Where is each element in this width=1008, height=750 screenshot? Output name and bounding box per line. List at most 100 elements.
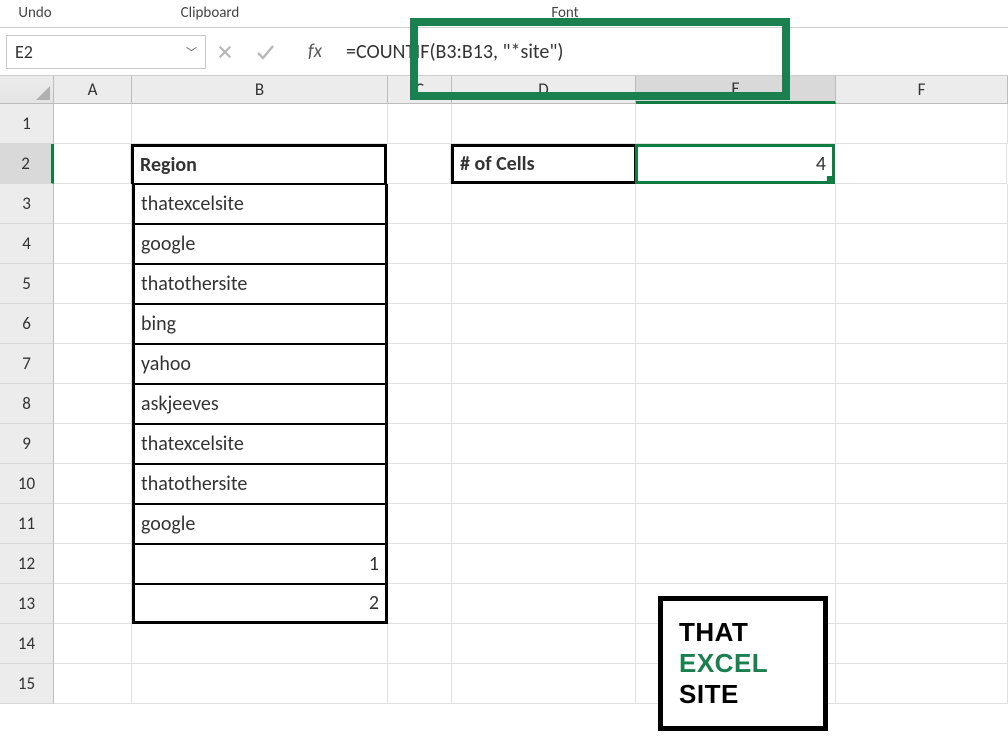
cell-B11[interactable]: google <box>132 504 388 544</box>
cell-E9[interactable] <box>636 424 836 464</box>
row-header-2[interactable]: 2 <box>0 144 54 184</box>
col-header-D[interactable]: D <box>452 76 636 103</box>
cell-D13[interactable] <box>452 584 636 624</box>
cell-C8[interactable] <box>388 384 452 424</box>
cell-B7[interactable]: yahoo <box>132 344 388 384</box>
row-header-11[interactable]: 11 <box>0 504 54 544</box>
cell-B9[interactable]: thatexcelsite <box>132 424 388 464</box>
cell-A4[interactable] <box>54 224 132 264</box>
cell-A11[interactable] <box>54 504 132 544</box>
cell-C5[interactable] <box>388 264 452 304</box>
cell-B1[interactable] <box>132 104 388 144</box>
cell-B14[interactable] <box>132 624 388 664</box>
cell-F14[interactable] <box>836 624 1008 664</box>
cell-D12[interactable] <box>452 544 636 584</box>
row-header-8[interactable]: 8 <box>0 384 54 424</box>
cell-A10[interactable] <box>54 464 132 504</box>
cell-D3[interactable] <box>452 184 636 224</box>
col-header-B[interactable]: B <box>132 76 388 103</box>
cell-C10[interactable] <box>388 464 452 504</box>
row-header-13[interactable]: 13 <box>0 584 54 624</box>
cell-A2[interactable] <box>53 144 131 184</box>
row-header-7[interactable]: 7 <box>0 344 54 384</box>
cell-B10[interactable]: thatothersite <box>132 464 388 504</box>
cell-F6[interactable] <box>836 304 1008 344</box>
cell-D8[interactable] <box>452 384 636 424</box>
cell-C11[interactable] <box>388 504 452 544</box>
cell-C3[interactable] <box>388 184 452 224</box>
cell-F5[interactable] <box>836 264 1008 304</box>
cell-E6[interactable] <box>636 304 836 344</box>
col-header-C[interactable]: C <box>388 76 452 103</box>
cell-C14[interactable] <box>388 624 452 664</box>
cell-A6[interactable] <box>54 304 132 344</box>
row-header-14[interactable]: 14 <box>0 624 54 664</box>
cell-D9[interactable] <box>452 424 636 464</box>
cell-C1[interactable] <box>388 104 452 144</box>
row-header-6[interactable]: 6 <box>0 304 54 344</box>
cell-F3[interactable] <box>836 184 1008 224</box>
row-header-1[interactable]: 1 <box>0 104 54 144</box>
cell-F12[interactable] <box>836 544 1008 584</box>
cell-C12[interactable] <box>388 544 452 584</box>
select-all-corner[interactable] <box>0 76 54 103</box>
cell-B8[interactable]: askjeeves <box>132 384 388 424</box>
cell-B5[interactable]: thatothersite <box>132 264 388 304</box>
formula-bar-input[interactable]: =COUNTIF(B3:B13, "*site") <box>336 35 1002 69</box>
cell-A8[interactable] <box>54 384 132 424</box>
cell-B4[interactable]: google <box>132 224 388 264</box>
cell-E1[interactable] <box>636 104 836 144</box>
cell-D4[interactable] <box>452 224 636 264</box>
cell-C6[interactable] <box>388 304 452 344</box>
cell-C9[interactable] <box>388 424 452 464</box>
cell-E5[interactable] <box>636 264 836 304</box>
cell-D15[interactable] <box>452 664 636 704</box>
cell-E12[interactable] <box>636 544 836 584</box>
cell-E7[interactable] <box>636 344 836 384</box>
cell-F8[interactable] <box>836 384 1008 424</box>
cell-D10[interactable] <box>452 464 636 504</box>
cell-B15[interactable] <box>132 664 388 704</box>
row-header-4[interactable]: 4 <box>0 224 54 264</box>
cell-E2[interactable]: 4 <box>635 144 835 184</box>
chevron-down-icon[interactable]: ﹀ <box>186 44 197 60</box>
cell-F15[interactable] <box>836 664 1008 704</box>
cell-B6[interactable]: bing <box>132 304 388 344</box>
cell-A1[interactable] <box>54 104 132 144</box>
cell-A12[interactable] <box>54 544 132 584</box>
col-header-A[interactable]: A <box>54 76 132 103</box>
cell-E3[interactable] <box>636 184 836 224</box>
col-header-F[interactable]: F <box>836 76 1008 103</box>
cell-A3[interactable] <box>54 184 132 224</box>
cell-D7[interactable] <box>452 344 636 384</box>
cell-D5[interactable] <box>452 264 636 304</box>
row-header-3[interactable]: 3 <box>0 184 54 224</box>
cell-E8[interactable] <box>636 384 836 424</box>
cell-F10[interactable] <box>836 464 1008 504</box>
cell-F13[interactable] <box>836 584 1008 624</box>
row-header-9[interactable]: 9 <box>0 424 54 464</box>
cell-C4[interactable] <box>388 224 452 264</box>
cell-D6[interactable] <box>452 304 636 344</box>
name-box[interactable]: E2 ﹀ <box>6 35 206 69</box>
cell-A9[interactable] <box>54 424 132 464</box>
cell-F1[interactable] <box>836 104 1008 144</box>
cell-A5[interactable] <box>54 264 132 304</box>
cell-C15[interactable] <box>388 664 452 704</box>
row-header-12[interactable]: 12 <box>0 544 54 584</box>
cell-F4[interactable] <box>836 224 1008 264</box>
cell-A7[interactable] <box>54 344 132 384</box>
cell-C7[interactable] <box>388 344 452 384</box>
spreadsheet-grid[interactable]: A B C D E F 1 2 Region # of Cells 4 3 th… <box>0 76 1008 704</box>
cell-F2[interactable] <box>835 144 1007 184</box>
row-header-5[interactable]: 5 <box>0 264 54 304</box>
col-header-E[interactable]: E <box>636 76 836 104</box>
cell-A14[interactable] <box>54 624 132 664</box>
cell-F7[interactable] <box>836 344 1008 384</box>
cell-E4[interactable] <box>636 224 836 264</box>
cell-D1[interactable] <box>452 104 636 144</box>
cell-A15[interactable] <box>54 664 132 704</box>
cell-B3[interactable]: thatexcelsite <box>132 184 388 224</box>
cell-F11[interactable] <box>836 504 1008 544</box>
cell-B12[interactable]: 1 <box>132 544 388 584</box>
